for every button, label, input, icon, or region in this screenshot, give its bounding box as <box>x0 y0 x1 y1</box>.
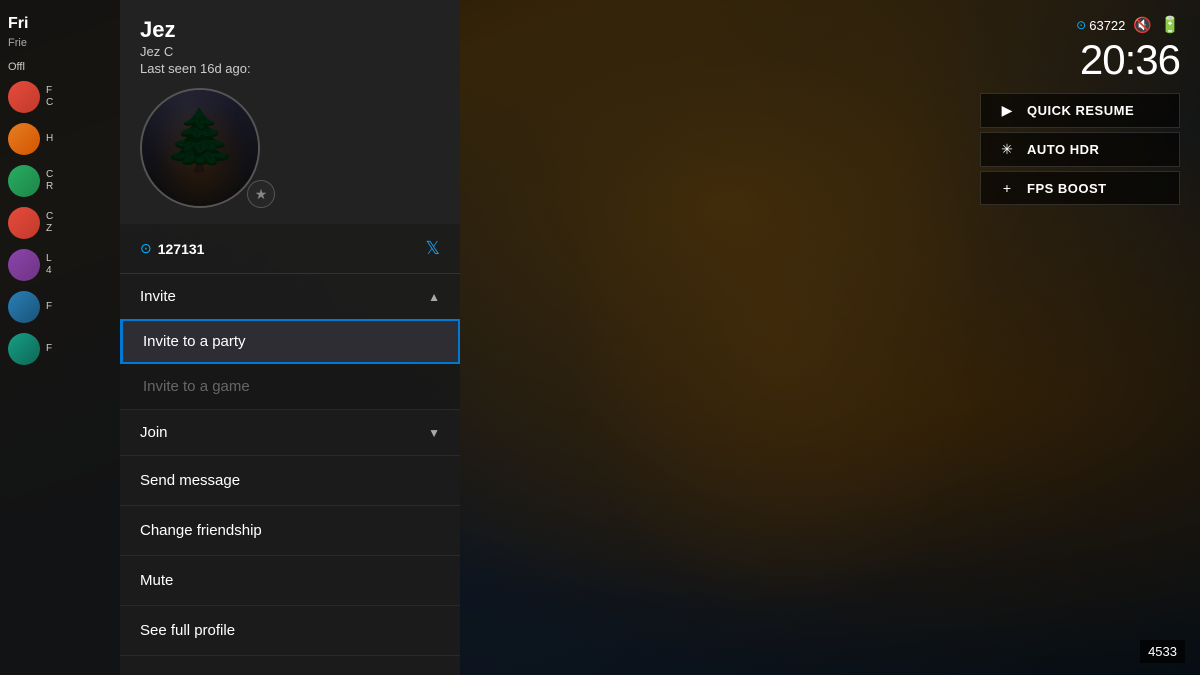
chevron-down-icon: ▼ <box>428 426 440 440</box>
hud-battery-icon: 🔋 <box>1160 15 1180 35</box>
gamerscore-value: 127131 <box>158 241 205 257</box>
profile-header: Jez Jez C Last seen 16d ago: ★ <box>120 0 460 224</box>
profile-name: Jez <box>140 18 440 42</box>
auto-hdr-button[interactable]: ✳ AUTO HDR <box>980 132 1180 167</box>
friend-name: H <box>46 133 53 145</box>
friend-name: FC <box>46 85 53 109</box>
profile-avatar <box>140 88 260 208</box>
send-message-item[interactable]: Send message <box>120 456 460 506</box>
friend-name: L4 <box>46 253 52 277</box>
list-item[interactable]: FC <box>8 81 112 113</box>
list-item[interactable]: CR <box>8 165 112 197</box>
avatar <box>8 333 40 365</box>
list-item[interactable]: H <box>8 123 112 155</box>
avatar <box>8 207 40 239</box>
list-item[interactable]: F <box>8 333 112 365</box>
invite-section: Invite ▲ Invite to a party Invite to a g… <box>120 274 460 410</box>
avatar <box>8 249 40 281</box>
gamerscore-row: ⊙ 127131 𝕏 <box>120 224 460 274</box>
invite-section-label: Invite <box>140 288 176 305</box>
hud-top-right: ⊙ 63722 🔇 🔋 20:36 ▶ QUICK RESUME ✳ AUTO … <box>980 15 1180 205</box>
avatar <box>8 81 40 113</box>
list-item[interactable]: L4 <box>8 249 112 281</box>
invite-submenu: Invite to a party Invite to a game <box>120 319 460 409</box>
friend-name: F <box>46 301 52 313</box>
sidebar-title: Fri <box>8 15 112 33</box>
profile-last-seen: Last seen 16d ago: <box>140 61 440 76</box>
join-section-header[interactable]: Join ▼ <box>120 410 460 455</box>
see-full-profile-item[interactable]: See full profile <box>120 606 460 656</box>
invite-section-header[interactable]: Invite ▲ <box>120 274 460 319</box>
mute-item[interactable]: Mute <box>120 556 460 606</box>
avatar <box>8 291 40 323</box>
quick-resume-button[interactable]: ▶ QUICK RESUME <box>980 93 1180 128</box>
hud-clock: 20:36 <box>1080 39 1180 81</box>
hud-status-row: ⊙ 63722 🔇 🔋 <box>1076 15 1180 35</box>
action-buttons: ▶ QUICK RESUME ✳ AUTO HDR + FPS BOOST <box>980 93 1180 205</box>
chevron-up-icon: ▲ <box>428 290 440 304</box>
hdr-icon: ✳ <box>997 141 1017 158</box>
friend-name: CR <box>46 169 53 193</box>
gamerscore-left: ⊙ 127131 <box>140 240 204 257</box>
hud-gamerscore: ⊙ 63722 <box>1076 18 1125 33</box>
sidebar-section-label: Offl <box>8 61 112 73</box>
join-section: Join ▼ <box>120 410 460 456</box>
avatar <box>8 165 40 197</box>
invite-to-party-item[interactable]: Invite to a party <box>120 319 460 364</box>
sidebar-subtitle: Frie <box>8 37 112 49</box>
hud-gamerscore-value: 63722 <box>1089 18 1125 33</box>
quick-resume-label: QUICK RESUME <box>1027 103 1134 118</box>
score-badge: 4533 <box>1140 640 1185 663</box>
profile-card: Jez Jez C Last seen 16d ago: ★ ⊙ 127131 … <box>120 0 460 675</box>
profile-gamertag: Jez C <box>140 44 440 59</box>
change-friendship-item[interactable]: Change friendship <box>120 506 460 556</box>
profile-avatar-container: ★ <box>140 88 270 208</box>
avatar <box>8 123 40 155</box>
twitter-icon[interactable]: 𝕏 <box>425 238 440 259</box>
hud-mute-icon: 🔇 <box>1133 16 1152 34</box>
hud-gamerscore-icon: ⊙ <box>1076 18 1086 32</box>
play-icon: ▶ <box>997 102 1017 119</box>
join-section-label: Join <box>140 424 168 441</box>
friend-name: F <box>46 343 52 355</box>
fps-boost-button[interactable]: + FPS BOOST <box>980 171 1180 205</box>
plus-icon: + <box>997 180 1017 196</box>
auto-hdr-label: AUTO HDR <box>1027 142 1099 157</box>
gamerscore-icon: ⊙ <box>140 240 152 257</box>
invite-to-game-item: Invite to a game <box>120 364 460 409</box>
friends-sidebar: Fri Frie Offl FC H CR CZ L4 F F <box>0 0 120 675</box>
friend-name: CZ <box>46 211 53 235</box>
score-value: 4533 <box>1148 644 1177 659</box>
list-item[interactable]: F <box>8 291 112 323</box>
profile-favorite-star[interactable]: ★ <box>247 180 275 208</box>
list-item[interactable]: CZ <box>8 207 112 239</box>
fps-boost-label: FPS BOOST <box>1027 181 1107 196</box>
